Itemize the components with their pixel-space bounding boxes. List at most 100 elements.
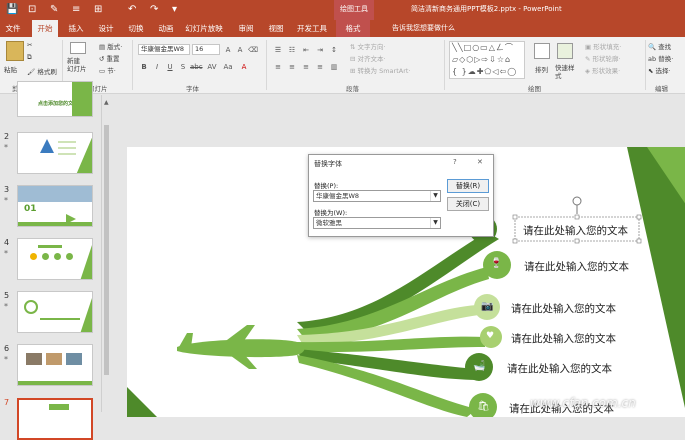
- align-left-icon[interactable]: ≡: [272, 62, 284, 72]
- slide-thumbnail-4[interactable]: [17, 238, 93, 280]
- align-center-icon[interactable]: ≡: [286, 62, 298, 72]
- slide-thumbnail-1[interactable]: 点击添加您的文本: [17, 81, 93, 117]
- font-size-combo[interactable]: 16: [192, 44, 220, 55]
- reset-button[interactable]: ↺ 重置: [99, 53, 120, 63]
- slide-text-box[interactable]: 请在此处输入您的文本: [511, 301, 616, 316]
- tab-slideshow[interactable]: 幻灯片放映: [184, 20, 224, 37]
- tab-animations[interactable]: 动画: [154, 20, 178, 37]
- cut-button[interactable]: ✂: [27, 41, 32, 49]
- arrange-button[interactable]: 排列: [535, 64, 548, 74]
- window-title: 简洁清新商务通用PPT模板2.pptx - PowerPoint: [411, 5, 562, 13]
- justify-icon[interactable]: ≡: [314, 62, 326, 72]
- layout-button[interactable]: ▤ 版式·: [99, 41, 122, 51]
- align-right-icon[interactable]: ≡: [300, 62, 312, 72]
- quick-styles-button[interactable]: 快速样式: [555, 64, 577, 80]
- resize-handle[interactable]: [636, 214, 642, 220]
- change-case-icon[interactable]: Aa: [222, 62, 234, 72]
- find-button[interactable]: 🔍 查找: [648, 41, 671, 51]
- format-painter-icon[interactable]: ✎: [50, 3, 58, 17]
- tab-view[interactable]: 视图: [264, 20, 288, 37]
- separator: [132, 40, 133, 90]
- strikethrough-icon[interactable]: abc: [190, 62, 203, 72]
- new-slide-icon[interactable]: [70, 42, 86, 54]
- grow-font-icon[interactable]: A: [222, 45, 234, 55]
- char-spacing-icon[interactable]: AV: [206, 62, 218, 72]
- tab-design[interactable]: 设计: [94, 20, 118, 37]
- resize-handle[interactable]: [512, 214, 518, 220]
- slideshow-from-start-icon[interactable]: ⊡: [28, 3, 36, 17]
- columns-icon[interactable]: ▥: [328, 62, 340, 72]
- shape-fill-button[interactable]: ▣ 形状填充·: [585, 41, 621, 51]
- smartart-button[interactable]: ⊞ 转换为 SmartArt·: [350, 65, 411, 75]
- tab-format[interactable]: 格式: [336, 20, 370, 37]
- tell-me-box[interactable]: 告诉我您想要做什么: [392, 20, 455, 37]
- select-button[interactable]: ⬉ 选择·: [648, 65, 671, 75]
- help-icon[interactable]: ?: [453, 158, 457, 166]
- resize-handle[interactable]: [574, 238, 580, 244]
- underline-icon[interactable]: U: [164, 62, 176, 72]
- tab-developer[interactable]: 开发工具: [294, 20, 330, 37]
- rotate-handle[interactable]: [572, 196, 582, 206]
- increase-indent-icon[interactable]: ⇥: [314, 45, 326, 55]
- decrease-indent-icon[interactable]: ⇤: [300, 45, 312, 55]
- shape-icon[interactable]: ⊞: [94, 3, 102, 17]
- shadow-icon[interactable]: S: [177, 62, 189, 72]
- replace-button[interactable]: ab 替换·: [648, 53, 673, 63]
- slide-text-box[interactable]: 请在此处输入您的文本: [524, 259, 629, 274]
- slide-thumbnail-3[interactable]: 01: [17, 185, 93, 227]
- thumb-triangle: [40, 139, 54, 153]
- redo-icon[interactable]: ↷: [150, 3, 158, 17]
- paste-icon[interactable]: [6, 41, 24, 61]
- paste-button[interactable]: 粘贴: [4, 64, 17, 74]
- section-button[interactable]: ▭ 节·: [99, 65, 116, 75]
- text-direction-button[interactable]: ⇅ 文字方向·: [350, 41, 386, 51]
- close-icon[interactable]: ✕: [477, 158, 483, 166]
- slide-thumbnail-2[interactable]: [17, 132, 93, 174]
- slide-text-box[interactable]: 请在此处输入您的文本: [507, 361, 612, 376]
- slide-text-box[interactable]: 请在此处输入您的文本: [523, 223, 628, 238]
- customize-qat-icon[interactable]: ▾: [172, 3, 177, 17]
- resize-handle[interactable]: [512, 238, 518, 244]
- save-icon[interactable]: 💾: [6, 3, 18, 17]
- replace-button[interactable]: 替换(R): [447, 179, 489, 193]
- slide-thumbnail-5[interactable]: [17, 291, 93, 333]
- slide-thumbnail-6[interactable]: [17, 344, 93, 386]
- clear-format-icon[interactable]: ⌫: [247, 45, 259, 55]
- tab-insert[interactable]: 插入: [64, 20, 88, 37]
- shrink-font-icon[interactable]: A: [234, 45, 246, 55]
- resize-handle[interactable]: [636, 238, 642, 244]
- font-color-icon[interactable]: A: [238, 62, 250, 72]
- shapes-gallery[interactable]: ╲╲□○▭△ㄥ⌒ ▱◇⬡▷⇨⇩☆⌂{ }☁✚⬠◁⇦◯: [449, 41, 525, 79]
- quick-styles-icon[interactable]: [557, 43, 573, 59]
- replace-font-combo[interactable]: 华康俪金黑W8 ▼: [313, 190, 441, 202]
- chevron-down-icon[interactable]: ▼: [430, 218, 440, 228]
- numbering-icon[interactable]: ☷: [286, 45, 298, 55]
- line-spacing-icon[interactable]: ↕: [328, 45, 340, 55]
- format-painter-button[interactable]: 🖌 格式刷: [27, 66, 57, 76]
- tab-review[interactable]: 审阅: [234, 20, 258, 37]
- new-slide-button[interactable]: 新建 幻灯片: [67, 57, 87, 73]
- bold-icon[interactable]: B: [138, 62, 150, 72]
- slide-text-box[interactable]: 请在此处输入您的文本: [511, 331, 616, 346]
- shape-effects-button[interactable]: ◈ 形状效果·: [585, 65, 620, 75]
- replace-with-combo[interactable]: 微软雅黑 ▼: [313, 217, 441, 229]
- slide-thumbnail-7[interactable]: [17, 398, 93, 440]
- bullets-icon[interactable]: ☰: [272, 45, 284, 55]
- italic-icon[interactable]: I: [151, 62, 163, 72]
- close-button[interactable]: 关闭(C): [447, 197, 489, 211]
- arrange-icon[interactable]: [534, 43, 550, 59]
- tab-file[interactable]: 文件: [2, 20, 24, 37]
- resize-handle[interactable]: [574, 214, 580, 220]
- tab-home[interactable]: 开始: [32, 20, 58, 37]
- chevron-down-icon[interactable]: ▼: [430, 191, 440, 201]
- scroll-up-icon[interactable]: ▲: [104, 99, 109, 106]
- tab-transitions[interactable]: 切换: [124, 20, 148, 37]
- shape-outline-button[interactable]: ✎ 形状轮廓·: [585, 53, 621, 63]
- undo-icon[interactable]: ↶: [128, 3, 136, 17]
- align-icon[interactable]: ≡: [72, 3, 80, 17]
- copy-button[interactable]: ⧉: [27, 53, 32, 62]
- font-name-combo[interactable]: 华康俪金黑W8: [138, 44, 190, 55]
- thumbnail-scrollbar[interactable]: ▲: [102, 95, 111, 412]
- align-text-button[interactable]: ⊟ 对齐文本·: [350, 53, 386, 63]
- scroll-thumb[interactable]: [104, 125, 109, 375]
